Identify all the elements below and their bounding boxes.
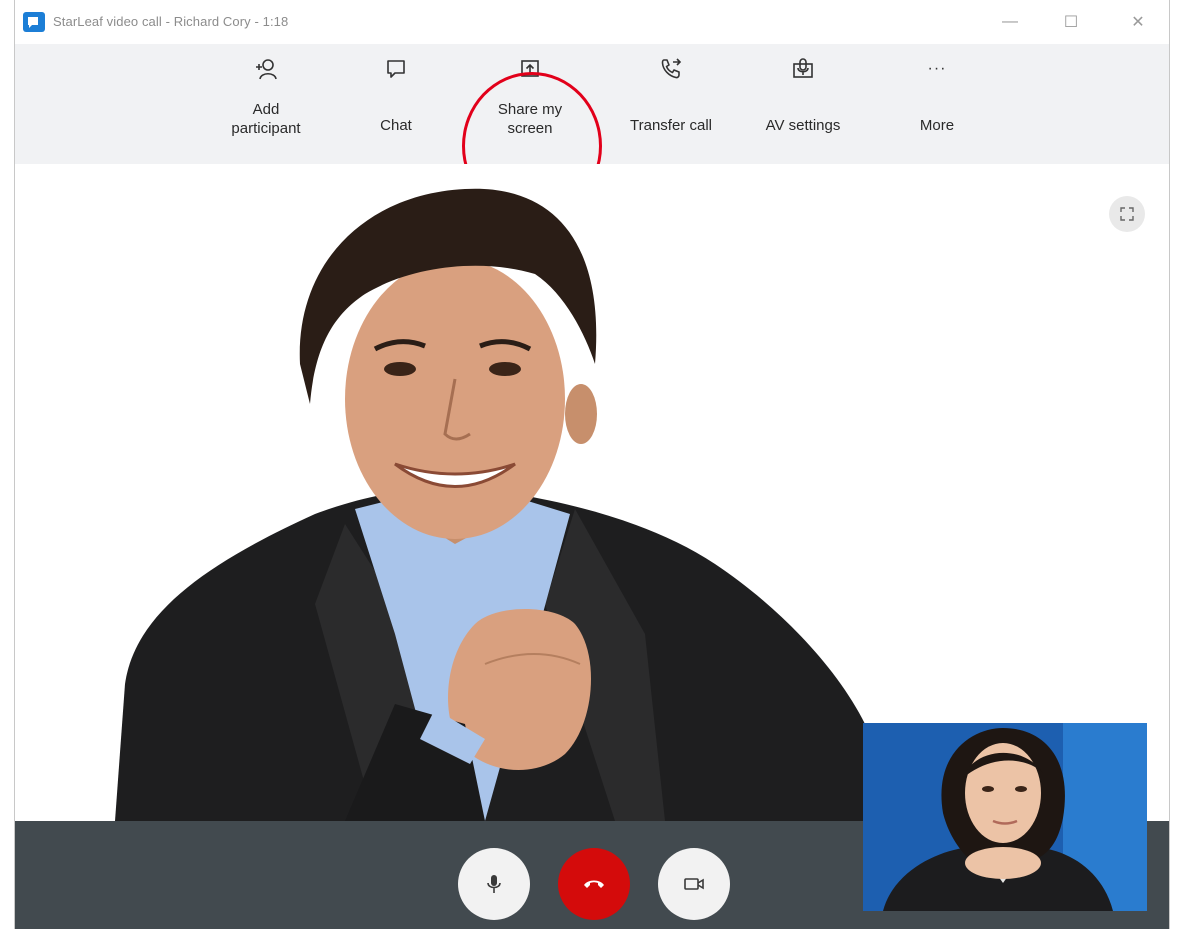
camera-icon [684,878,704,890]
close-button[interactable]: ✕ [1118,6,1158,38]
hang-up-button[interactable] [558,848,630,920]
mute-microphone-button[interactable] [458,848,530,920]
maximize-button[interactable]: ☐ [1051,6,1091,38]
transfer-call-button[interactable]: Transfer call [615,44,727,164]
minimize-icon: — [1002,13,1018,30]
window-title: StarLeaf video call - Richard Cory - 1:1… [53,14,289,29]
fullscreen-button[interactable] [1109,196,1145,232]
title-bar: StarLeaf video call - Richard Cory - 1:1… [15,0,1169,44]
av-settings-label: AV settings [765,117,841,134]
phone-transfer-icon [658,44,684,94]
minimize-button[interactable]: — [990,6,1030,38]
close-icon: ✕ [1131,14,1145,31]
add-participant-button[interactable]: Add participant [210,44,322,164]
more-dots-glyph: ··· [927,60,947,77]
microphone-icon [487,875,501,893]
add-person-icon [253,44,279,94]
chat-label: Chat [380,117,412,134]
share-screen-label-2: screen [507,120,553,137]
av-settings-icon [790,44,816,94]
more-dots-icon: ··· [928,44,947,94]
share-screen-icon [518,44,542,94]
add-participant-label-2: participant [231,120,301,137]
av-settings-button[interactable]: AV settings [747,44,859,164]
add-participant-label-1: Add [252,101,280,118]
video-call-window: StarLeaf video call - Richard Cory - 1:1… [14,0,1170,929]
chat-button[interactable]: Chat [366,44,426,164]
starleaf-app-icon [23,12,45,32]
call-toolbar: Add participant Chat Share my screen Tra… [15,44,1169,220]
chat-bubble-icon [384,44,408,94]
transfer-call-label: Transfer call [630,117,712,134]
hang-up-icon [584,880,604,888]
maximize-icon: ☐ [1063,14,1079,31]
toggle-camera-button[interactable] [658,848,730,920]
self-view-video [863,723,1147,911]
self-view-participant [863,723,1147,911]
more-label: More [919,117,955,134]
more-button[interactable]: ··· More [895,44,979,164]
expand-icon [1120,207,1134,221]
share-screen-button[interactable]: Share my screen [475,44,585,164]
share-screen-label-1: Share my [497,101,563,118]
